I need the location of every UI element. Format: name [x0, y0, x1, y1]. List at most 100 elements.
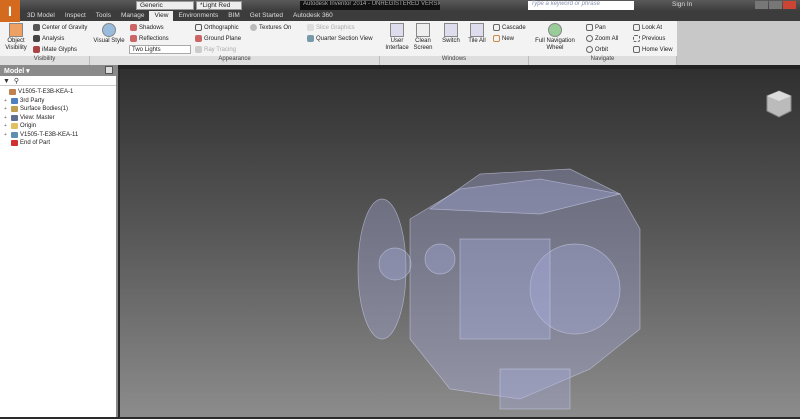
ribbon-tabs: 3D Model Inspect Tools Manage View Envir… [0, 11, 800, 21]
orbit-button[interactable]: Orbit [586, 46, 608, 53]
clean-screen-button[interactable]: Clean Screen [411, 23, 435, 52]
shadows-icon [130, 24, 137, 31]
tree-node[interactable]: V1505-T-E3B-KEA-1 [2, 88, 114, 97]
imate-glyphs-button[interactable]: iMate Glyphs [33, 46, 77, 53]
label: Ground Plane [204, 35, 242, 42]
tree-node[interactable]: + Surface Bodies(1) [2, 105, 114, 114]
tree-node[interactable]: + Origin [2, 122, 114, 131]
expand-toggle[interactable]: + [4, 115, 9, 121]
expand-toggle[interactable]: + [4, 123, 9, 129]
cascade-button[interactable]: Cascade [493, 24, 526, 31]
tab-manage[interactable]: Manage [116, 11, 150, 21]
tree-node[interactable]: End of Part [2, 139, 114, 148]
app-menu-button[interactable]: I [0, 0, 20, 22]
clean-screen-icon [416, 23, 430, 37]
graphics-viewport[interactable] [120, 69, 800, 417]
visibility-panel-label: Visibility [0, 56, 90, 65]
filter-icon[interactable]: ▼ [3, 78, 10, 85]
help-icon[interactable] [105, 66, 113, 74]
home-icon [633, 46, 640, 53]
label: Previous [642, 35, 666, 42]
previous-view-button[interactable]: Previous [633, 35, 665, 42]
tile-all-button[interactable]: Tile All [466, 23, 488, 45]
new-window-button[interactable]: New [493, 35, 514, 42]
node-label: End of Part [20, 140, 51, 147]
tree-node[interactable]: +3rd Party [2, 97, 114, 106]
tab-get-started[interactable]: Get Started [245, 11, 288, 21]
label: Textures On [259, 24, 292, 31]
label: Cascade [502, 24, 526, 31]
new-window-icon [493, 35, 500, 42]
node-label: Surface Bodies(1) [20, 106, 69, 113]
object-visibility-button[interactable]: Object Visibility [3, 23, 29, 52]
look-at-button[interactable]: Look At [633, 24, 662, 31]
lighting-select[interactable]: Two Lights [129, 45, 191, 54]
tree-node[interactable]: + View: Master [2, 114, 114, 123]
center-of-gravity-button[interactable]: Center of Gravity [33, 24, 87, 31]
reflections-icon [130, 35, 137, 42]
appearance-select[interactable]: *Light Red [196, 1, 242, 10]
ribbon-empty-area [677, 21, 800, 65]
ray-tracing-icon [195, 46, 202, 53]
tab-bim[interactable]: BIM [223, 11, 245, 21]
ray-tracing-button[interactable]: Ray Tracing [195, 46, 236, 53]
expand-toggle[interactable]: + [4, 98, 9, 104]
material-select[interactable]: Generic [136, 1, 194, 10]
label: iMate Glyphs [42, 46, 78, 53]
label: Zoom All [595, 35, 619, 42]
reflections-button[interactable]: Reflections [130, 35, 169, 42]
sign-in-link[interactable]: Sign In [672, 1, 692, 8]
slice-graphics-button[interactable]: Slice Graphics [307, 24, 355, 31]
title-bar: I Generic *Light Red Autodesk Inventor 2… [0, 0, 800, 22]
switch-button[interactable]: Switch [440, 23, 462, 45]
tree-node[interactable]: + V1505-T-E3B-KEA-11 [2, 131, 114, 140]
navigation-wheel-icon [548, 23, 562, 37]
shadows-button[interactable]: Shadows [130, 24, 164, 31]
appearance-panel-label: Appearance [90, 56, 380, 65]
textures-button[interactable]: Textures On [250, 24, 291, 31]
analysis-button[interactable]: Analysis [33, 35, 64, 42]
label: Object Visibility [5, 38, 27, 51]
ground-plane-button[interactable]: Ground Plane [195, 35, 241, 42]
tab-3d-model[interactable]: 3D Model [22, 11, 60, 21]
full-navigation-wheel-button[interactable]: Full Navigation Wheel [533, 23, 577, 52]
tab-view[interactable]: View [149, 11, 174, 21]
viewcube[interactable] [766, 89, 792, 119]
tab-autodesk-360[interactable]: Autodesk 360 [288, 11, 338, 21]
label: Visual Style [93, 38, 125, 44]
quarter-section-button[interactable]: Quarter Section View [307, 35, 373, 42]
label: New [502, 35, 515, 42]
tab-inspect[interactable]: Inspect [60, 11, 91, 21]
gravity-icon [33, 24, 40, 31]
slice-icon [307, 24, 314, 31]
navigate-panel-label: Navigate [529, 56, 677, 65]
visual-style-icon [102, 23, 116, 37]
tab-environments[interactable]: Environments [173, 11, 223, 21]
expand-toggle[interactable]: + [4, 106, 9, 112]
home-view-button[interactable]: Home View [633, 46, 673, 53]
orbit-icon [586, 46, 593, 53]
label: Two Lights [132, 46, 161, 53]
user-interface-button[interactable]: User Interface [384, 23, 410, 52]
expand-toggle[interactable]: + [4, 132, 9, 138]
label: Shadows [139, 24, 164, 31]
browser-header[interactable]: Model ▾ [0, 65, 116, 76]
label: Home View [642, 46, 673, 53]
pan-button[interactable]: Pan [586, 24, 606, 31]
maximize-button[interactable] [769, 1, 782, 9]
tile-icon [470, 23, 484, 37]
label: Look At [642, 24, 663, 31]
tab-tools[interactable]: Tools [91, 11, 116, 21]
textures-icon [250, 24, 257, 31]
crankcase [459, 238, 551, 340]
visual-style-button[interactable]: Visual Style [93, 23, 125, 45]
search-input[interactable]: Type a keyword or phrase [528, 1, 634, 10]
find-icon[interactable]: ⚲ [14, 78, 19, 85]
browser-toolbar: ▼ ⚲ [0, 76, 116, 86]
label: Switch [442, 38, 460, 44]
zoom-all-button[interactable]: Zoom All [586, 35, 618, 42]
orthographic-button[interactable]: Orthographic [195, 24, 239, 31]
ribbon: Object Visibility Center of Gravity Anal… [0, 21, 677, 65]
minimize-button[interactable] [755, 1, 768, 9]
close-button[interactable] [783, 1, 796, 9]
